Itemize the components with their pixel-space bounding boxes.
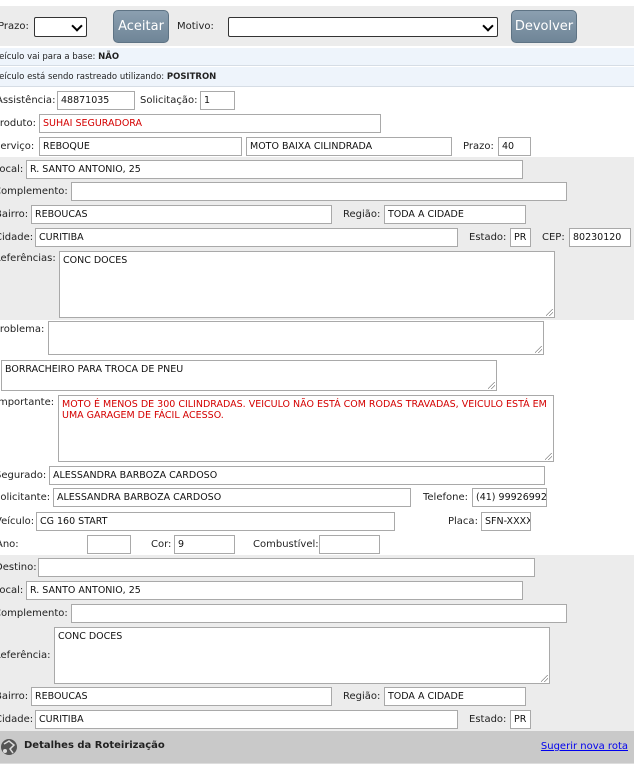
- segurado-label: Segurado:: [0, 470, 47, 481]
- destino-estado-field[interactable]: PR: [510, 710, 531, 729]
- regiao-field[interactable]: TODA A CIDADE: [384, 205, 526, 224]
- devolver-button[interactable]: Devolver: [511, 10, 577, 43]
- ano-field[interactable]: [87, 535, 131, 554]
- servico-label: Serviço:: [0, 141, 35, 152]
- resize-grip-icon[interactable]: [546, 309, 553, 316]
- roteirizacao-header: Detalhes da Roteirização Sugerir nova ro…: [0, 731, 634, 763]
- solicitacao-label: Solicitação:: [140, 95, 198, 106]
- solicitante-label: Solicitante:: [0, 492, 51, 503]
- referencias-text: CONC DOCES: [63, 255, 128, 266]
- importante-text: MOTO É MENOS DE 300 CILINDRADAS. VEICULO…: [62, 399, 547, 421]
- destino-referencia-label: Referência:: [0, 650, 51, 661]
- produto-field[interactable]: SUHAI SEGURADORA: [39, 114, 381, 133]
- destino-cidade-field[interactable]: CURITIBA: [35, 710, 458, 729]
- estado-label: Estado:: [469, 232, 507, 243]
- cep-label: CEP:: [542, 232, 565, 243]
- destino-complemento-label: Complemento:: [0, 608, 68, 619]
- referencias-textarea[interactable]: CONC DOCES: [59, 251, 555, 318]
- local-field[interactable]: R. SANTO ANTONIO, 25: [26, 160, 523, 179]
- solicitacao-field[interactable]: 1: [200, 91, 235, 110]
- prazo-select[interactable]: [34, 17, 87, 37]
- destino-complemento-field[interactable]: [71, 604, 567, 623]
- servico-field[interactable]: REBOQUE: [39, 137, 242, 156]
- cidade-field[interactable]: CURITIBA: [35, 228, 458, 247]
- destino-referencia-textarea[interactable]: CONC DOCES: [54, 627, 550, 684]
- aceitar-button[interactable]: Aceitar: [113, 10, 169, 43]
- ano-label: Ano:: [0, 539, 19, 550]
- combustivel-field[interactable]: [319, 535, 380, 554]
- complemento-label: Complemento:: [0, 186, 68, 197]
- bairro-field[interactable]: REBOUCAS: [31, 205, 332, 224]
- motivo-select[interactable]: [228, 17, 498, 37]
- produto-label: Produto:: [0, 118, 36, 129]
- segurado-field[interactable]: ALESSANDRA BARBOZA CARDOSO: [49, 466, 545, 485]
- complemento-field[interactable]: [71, 182, 567, 201]
- referencias-label: Referências:: [0, 253, 56, 264]
- base-info-bar: Veículo vai para a base: NÃO: [0, 48, 634, 66]
- resize-grip-icon[interactable]: [545, 453, 552, 460]
- problema-textarea[interactable]: [48, 321, 544, 355]
- estado-field[interactable]: PR: [510, 228, 531, 247]
- destino-local-field[interactable]: R. SANTO ANTONIO, 25: [26, 581, 523, 600]
- assistencia-field[interactable]: 48871035: [57, 91, 135, 110]
- destino-regiao-field[interactable]: TODA A CIDADE: [384, 687, 526, 706]
- roteirizacao-title: Detalhes da Roteirização: [24, 740, 165, 751]
- destino-cidade-label: Cidade:: [0, 714, 34, 725]
- placa-field[interactable]: SFN-XXXX: [481, 512, 531, 531]
- chevron-down-icon: [482, 20, 494, 32]
- solicitante-field[interactable]: ALESSANDRA BARBOZA CARDOSO: [53, 488, 411, 507]
- placa-label: Placa:: [448, 516, 478, 527]
- telefone-label: Telefone:: [423, 492, 468, 503]
- local-label: Local:: [0, 164, 24, 175]
- problema-label: Problema:: [0, 324, 45, 335]
- telefone-field[interactable]: (41) 99926992‹: [472, 488, 547, 507]
- motivo-label: Motivo:: [177, 21, 214, 32]
- cidade-label: Cidade:: [0, 232, 34, 243]
- base-info-text: Veículo vai para a base:: [0, 52, 99, 62]
- destino-field[interactable]: [38, 558, 535, 577]
- destino-regiao-label: Região:: [343, 691, 381, 702]
- veiculo-field[interactable]: CG 160 START: [36, 512, 395, 531]
- prazo-field[interactable]: 40: [498, 137, 531, 156]
- problema-descricao-textarea[interactable]: BORRACHEIRO PARA TROCA DE PNEU: [1, 360, 497, 391]
- rastreio-info-bar: Veículo está sendo rastreado utilizando:…: [0, 67, 634, 87]
- destino-estado-label: Estado:: [469, 714, 507, 725]
- assistencia-label: Assistência:: [0, 95, 56, 106]
- route-map-icon: [1, 739, 17, 755]
- importante-textarea[interactable]: MOTO É MENOS DE 300 CILINDRADAS. VEICULO…: [58, 395, 554, 462]
- prazo-select-label: Prazo:: [0, 21, 29, 32]
- importante-label: Importante:: [0, 397, 55, 408]
- destino-label: Destino:: [0, 562, 37, 573]
- combustivel-label: Combustível:: [253, 539, 319, 550]
- prazo-label: Prazo:: [463, 141, 494, 152]
- resize-grip-icon[interactable]: [541, 675, 548, 682]
- resize-grip-icon[interactable]: [488, 382, 495, 389]
- problema-descricao-text: BORRACHEIRO PARA TROCA DE PNEU: [5, 364, 184, 375]
- regiao-label: Região:: [343, 209, 381, 220]
- destino-bairro-label: Bairro:: [0, 691, 29, 702]
- servico-tipo-field[interactable]: MOTO BAIXA CILINDRADA: [246, 137, 452, 156]
- rastreio-info-text: Veículo está sendo rastreado utilizando:: [0, 72, 167, 82]
- rastreio-info-value: POSITRON: [166, 72, 217, 82]
- cor-field[interactable]: 9: [174, 535, 235, 554]
- veiculo-label: Veículo:: [0, 516, 35, 527]
- cep-field[interactable]: 80230120: [569, 228, 631, 247]
- resize-grip-icon[interactable]: [535, 346, 542, 353]
- base-info-value: NÃO: [98, 52, 120, 62]
- cor-label: Cor:: [151, 539, 172, 550]
- destino-local-label: Local:: [0, 585, 24, 596]
- destino-referencia-text: CONC DOCES: [58, 631, 123, 642]
- chevron-down-icon: [71, 20, 83, 32]
- sugerir-nova-rota-link[interactable]: Sugerir nova rota: [541, 741, 628, 752]
- destino-bairro-field[interactable]: REBOUCAS: [31, 687, 332, 706]
- bairro-label: Bairro:: [0, 209, 29, 220]
